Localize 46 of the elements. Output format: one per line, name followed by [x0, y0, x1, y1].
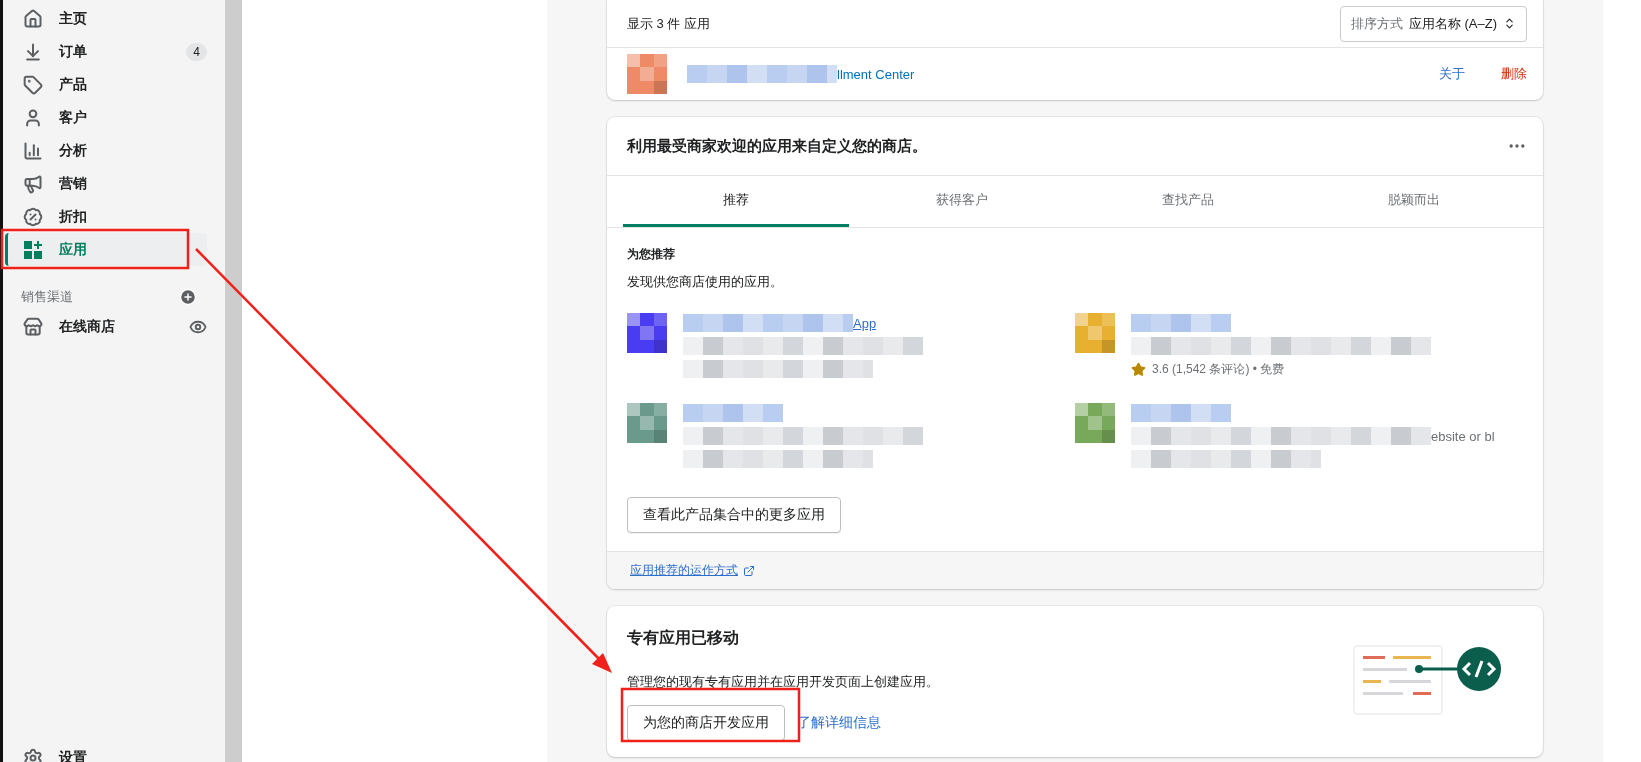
count-badge: 4: [186, 42, 207, 61]
bar-chart-icon: [23, 140, 43, 161]
card-title: 专有应用已移动: [627, 628, 740, 648]
sort-select[interactable]: 排序方式 应用名称 (A–Z): [1339, 5, 1527, 42]
section-subtitle: 发现供您商店使用的应用。: [627, 273, 784, 291]
develop-app-button[interactable]: 为您的商店开发应用: [627, 705, 785, 741]
card-text: 管理您的现有专有应用并在应用开发页面上创建应用。: [627, 673, 939, 691]
tab[interactable]: 查找产品: [1075, 176, 1301, 227]
apps-count: 显示 3 件 应用: [627, 14, 711, 33]
nav-item[interactable]: 客户: [13, 101, 207, 134]
app-description: ebsite or bl: [1431, 428, 1495, 444]
app-rating: 3.6 (1,542 条评论) • 免费: [1152, 360, 1285, 378]
tab[interactable]: 获得客户: [849, 176, 1075, 227]
nav-item[interactable]: 应用: [5, 233, 207, 266]
sort-arrows-icon: [1503, 17, 1516, 30]
nav-item[interactable]: 在线商店: [13, 310, 207, 343]
person-icon: [23, 107, 43, 128]
card-title: 利用最受商家欢迎的应用来自定义您的商店。: [627, 136, 927, 156]
home-icon: [23, 8, 43, 29]
scrollbar[interactable]: [225, 0, 242, 762]
help-link[interactable]: 应用推荐的运作方式: [630, 562, 738, 579]
about-link[interactable]: 关于: [1439, 65, 1465, 83]
more-apps-button[interactable]: 查看此产品集合中的更多应用: [627, 497, 841, 533]
tab[interactable]: 推荐: [623, 176, 849, 227]
add-icon[interactable]: [179, 288, 197, 306]
nav-item[interactable]: 订单 4: [13, 35, 207, 68]
section-label: 销售渠道: [21, 288, 73, 306]
external-link-icon: [743, 564, 755, 577]
nav-item[interactable]: 分析: [13, 134, 207, 167]
delete-link[interactable]: 删除: [1501, 65, 1527, 83]
app-link[interactable]: llment Center: [837, 66, 915, 82]
apps-icon: [23, 239, 43, 260]
nav-item[interactable]: 产品: [13, 68, 207, 101]
tag-icon: [23, 74, 43, 95]
settings-icon: [23, 747, 43, 762]
megaphone-icon: [23, 173, 43, 194]
percent-badge-icon: [23, 206, 43, 227]
tab[interactable]: 脱颖而出: [1301, 176, 1527, 227]
download-icon: [23, 41, 43, 62]
app-link[interactable]: App: [853, 315, 877, 331]
store-icon: [23, 316, 43, 337]
section-title: 为您推荐: [627, 246, 676, 263]
nav-item[interactable]: 营销: [13, 167, 207, 200]
nav-item[interactable]: 主页: [13, 2, 207, 35]
star-icon: [1131, 361, 1146, 377]
nav-item[interactable]: 折扣: [13, 200, 207, 233]
